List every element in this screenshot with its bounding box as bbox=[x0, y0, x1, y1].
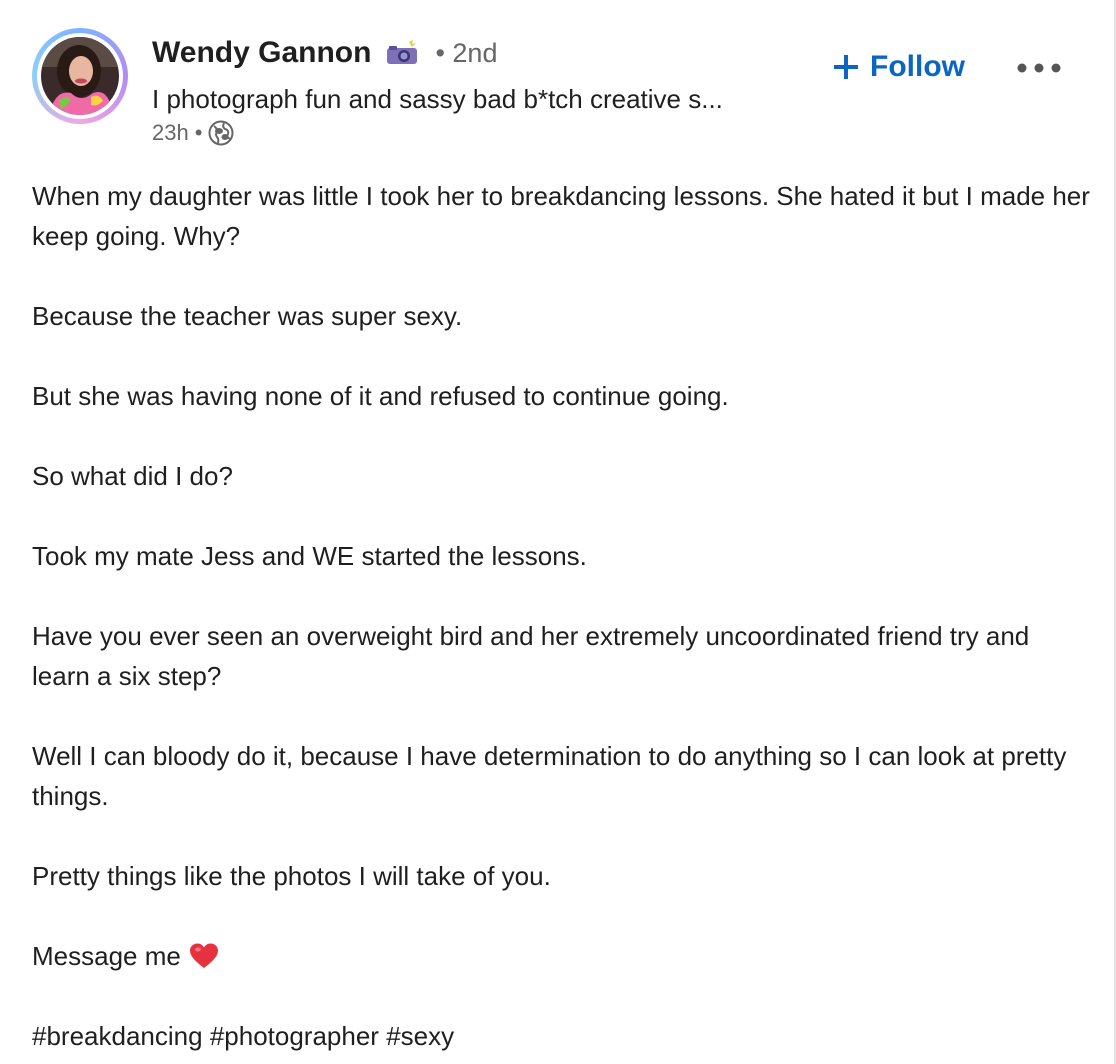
post-paragraph: Because the teacher was super sexy. bbox=[32, 301, 463, 331]
post-body: When my daughter was little I took her t… bbox=[32, 176, 1092, 1064]
hashtag-link[interactable]: #sexy bbox=[386, 1021, 454, 1051]
avatar[interactable] bbox=[32, 28, 128, 124]
post-header: Wendy Gannon • 2nd I photograph fun and … bbox=[32, 28, 1082, 152]
author-name[interactable]: Wendy Gannon bbox=[152, 36, 371, 70]
post-paragraph: Took my mate Jess and WE started the les… bbox=[32, 541, 587, 571]
meta-separator: • bbox=[194, 120, 203, 145]
profile-photo-image bbox=[41, 37, 119, 115]
plus-icon bbox=[832, 53, 860, 81]
post-paragraph: Have you ever seen an overweight bird an… bbox=[32, 621, 1030, 691]
hashtag-link[interactable]: #photographer bbox=[210, 1021, 379, 1051]
post-paragraph: When my daughter was little I took her t… bbox=[32, 181, 1090, 251]
author-name-line: Wendy Gannon • 2nd bbox=[152, 36, 497, 70]
post-meta: 23h • bbox=[152, 120, 234, 146]
camera-with-flash-icon bbox=[385, 40, 419, 66]
avatar-inner bbox=[37, 33, 123, 119]
closing-line: Message me bbox=[32, 936, 1092, 976]
post-paragraph: So what did I do? bbox=[32, 461, 233, 491]
globe-icon bbox=[208, 120, 234, 146]
connection-degree: • 2nd bbox=[435, 37, 498, 68]
post-paragraph: But she was having none of it and refuse… bbox=[32, 381, 729, 411]
post-paragraph: Well I can bloody do it, because I have … bbox=[32, 741, 1067, 811]
hashtags: #breakdancing #photographer #sexy bbox=[32, 1016, 1092, 1056]
author-headline[interactable]: I photograph fun and sassy bad b*tch cre… bbox=[152, 84, 723, 115]
red-heart-icon bbox=[189, 941, 219, 969]
follow-button[interactable]: Follow bbox=[832, 50, 965, 84]
post-paragraph: Pretty things like the photos I will tak… bbox=[32, 861, 551, 891]
hashtag-link[interactable]: #breakdancing bbox=[32, 1021, 203, 1051]
post-time: 23h bbox=[152, 120, 189, 145]
closing-text: Message me bbox=[32, 941, 181, 971]
ellipsis-icon[interactable] bbox=[1016, 58, 1062, 78]
follow-label: Follow bbox=[870, 50, 965, 83]
profile-photo bbox=[41, 37, 119, 115]
